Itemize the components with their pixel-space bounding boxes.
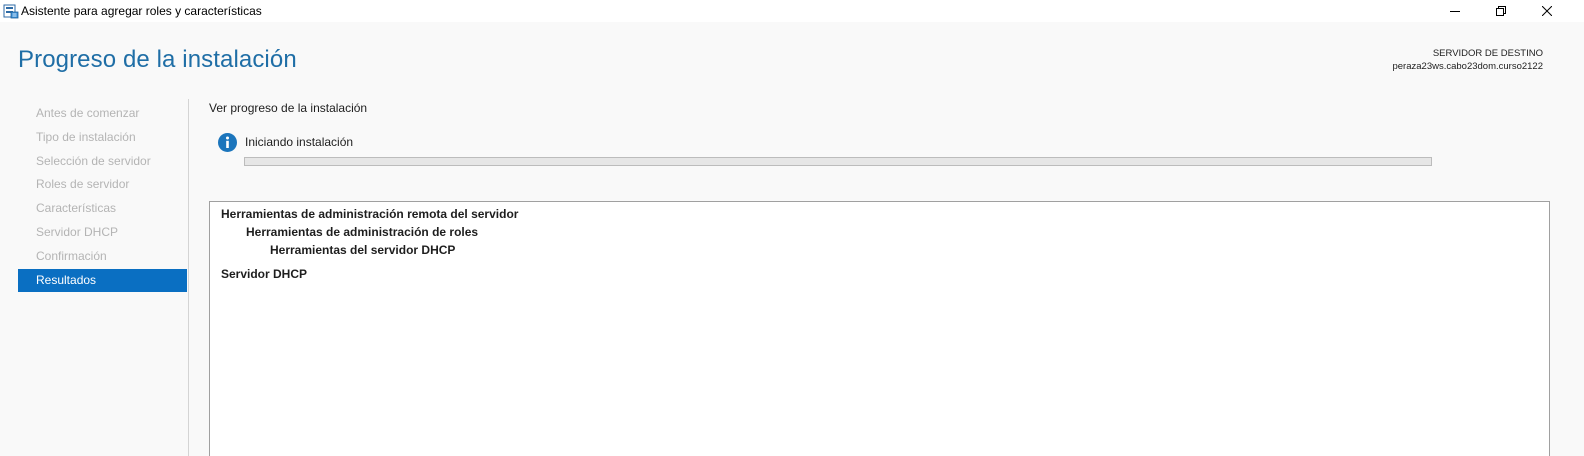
result-item-role-admin-tools: Herramientas de administración de roles (246, 225, 479, 239)
nav-item-roles-de-servidor: Roles de servidor (36, 177, 130, 192)
info-icon (218, 133, 237, 152)
nav-item-servidor-dhcp: Servidor DHCP (36, 224, 119, 239)
nav-item-tipo-de-instalacion: Tipo de instalación (36, 129, 136, 144)
close-icon (1542, 6, 1552, 16)
result-item-dhcp-tools: Herramientas del servidor DHCP (270, 243, 456, 257)
title-bar: Asistente para agregar roles y caracterí… (0, 0, 1584, 22)
sidebar-divider (188, 99, 189, 456)
close-button[interactable] (1524, 0, 1570, 22)
minimize-button[interactable] (1432, 0, 1478, 22)
window-title: Asistente para agregar roles y caracterí… (21, 4, 262, 18)
minimize-icon (1450, 11, 1460, 12)
wizard-window: Asistente para agregar roles y caracterí… (0, 0, 1584, 456)
restore-button[interactable] (1478, 0, 1524, 22)
installation-results-list[interactable]: Herramientas de administración remota de… (209, 201, 1550, 456)
section-title: Ver progreso de la instalación (209, 101, 368, 115)
nav-item-confirmacion: Confirmación (36, 248, 107, 263)
nav-item-caracteristicas: Características (36, 201, 117, 216)
destination-server-label: SERVIDOR DE DESTINO (1432, 48, 1543, 59)
page-title: Progreso de la instalación (18, 46, 297, 73)
nav-item-antes-de-comenzar: Antes de comenzar (36, 106, 140, 120)
destination-server-name: peraza23ws.cabo23dom.curso2122 (1392, 61, 1543, 72)
server-manager-icon (3, 3, 19, 19)
wizard-steps-nav: Antes de comenzar Tipo de instalación Se… (18, 102, 187, 293)
installation-status-text: Iniciando instalación (245, 135, 354, 149)
result-item-rsat: Herramientas de administración remota de… (221, 207, 519, 221)
restore-icon (1496, 6, 1506, 16)
installation-progress-bar (244, 157, 1432, 166)
result-item-dhcp-server: Servidor DHCP (221, 267, 308, 281)
nav-item-seleccion-de-servidor: Selección de servidor (36, 153, 151, 168)
nav-item-resultados[interactable]: Resultados (18, 268, 187, 293)
